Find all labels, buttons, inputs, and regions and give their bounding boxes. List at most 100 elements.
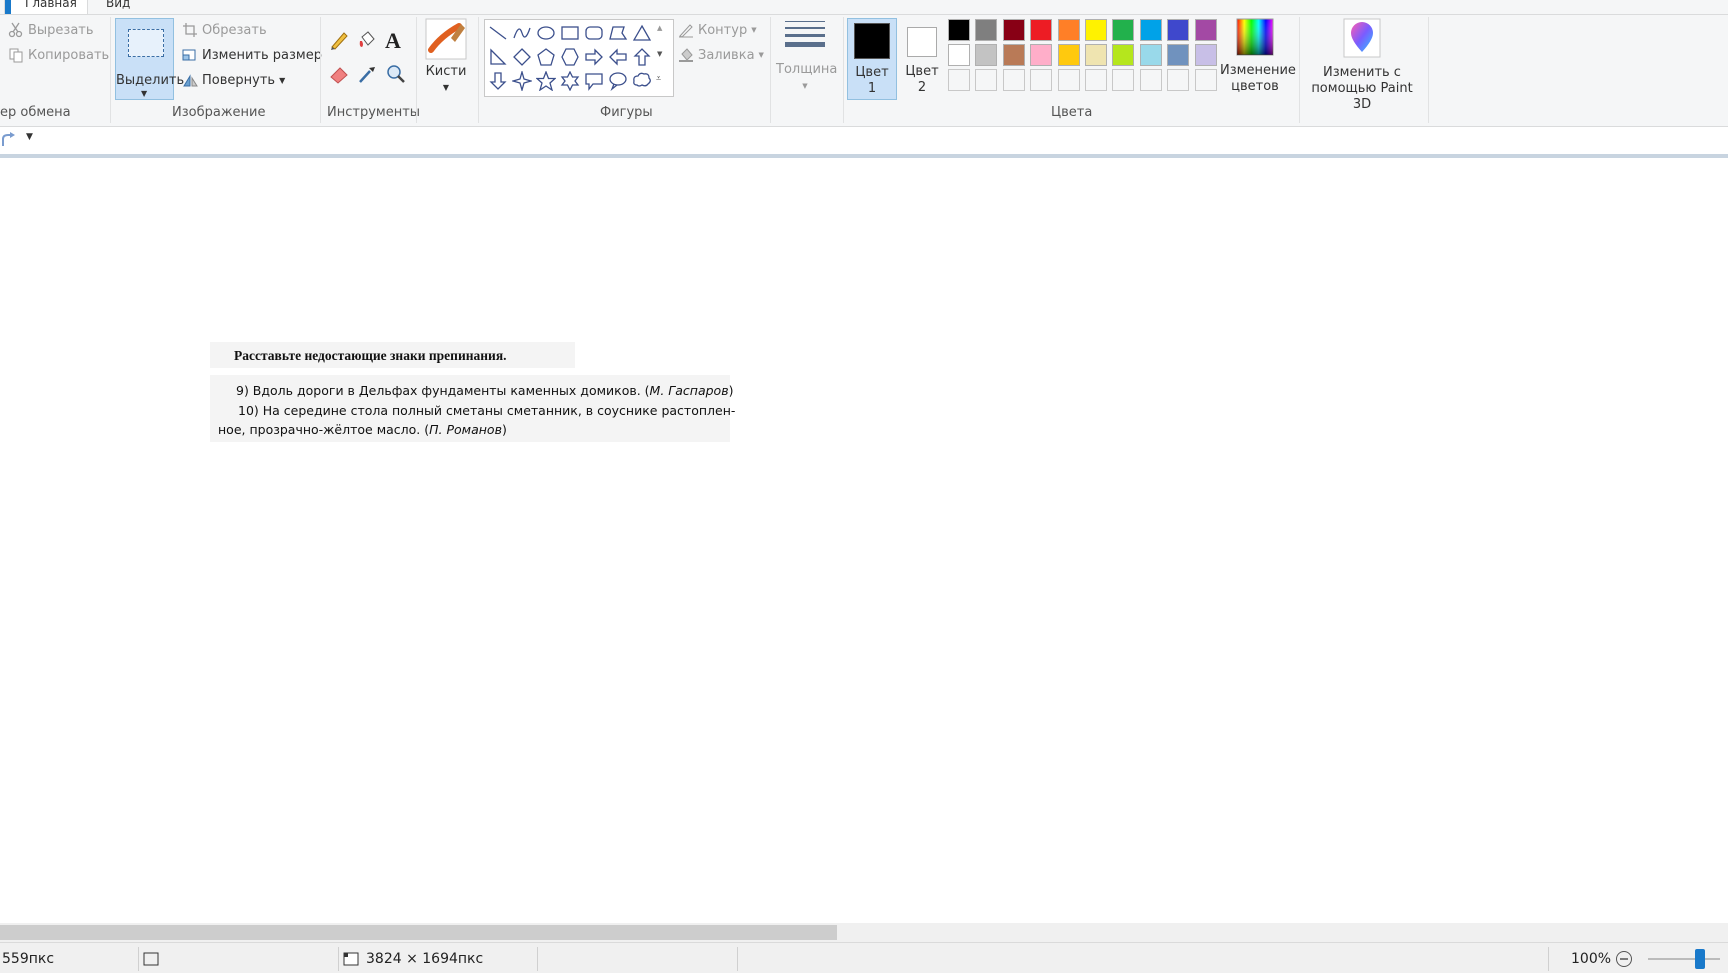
color2-button[interactable]: Цвет 2	[897, 18, 947, 96]
palette-swatch[interactable]	[1167, 19, 1190, 41]
select-button[interactable]: Выделить ▼	[115, 18, 184, 100]
palette-swatch[interactable]	[975, 44, 998, 66]
edit-with-paint3d-button[interactable]: Изменить с помощью Paint 3D	[1302, 18, 1422, 113]
palette-swatch-empty[interactable]	[1139, 69, 1162, 91]
canvas-size: 3824 × 1694пкс	[366, 951, 484, 967]
thickness-button[interactable]: Толщина ▼	[776, 19, 837, 94]
fill-bucket-icon[interactable]	[356, 29, 378, 51]
zoom-out-icon[interactable]	[1615, 950, 1633, 968]
crop-button[interactable]: Обрезать	[182, 22, 267, 38]
palette-swatch[interactable]	[975, 19, 998, 41]
palette-swatch[interactable]	[1002, 44, 1025, 66]
palette-swatch[interactable]	[1030, 19, 1053, 41]
right-arrow-shape-icon[interactable]	[584, 47, 604, 67]
exercise-line-3-text: ное, прозрачно-жёлтое масло. (	[218, 422, 430, 437]
palette-swatch[interactable]	[948, 19, 970, 41]
rotate-icon	[183, 74, 198, 87]
horizontal-scrollbar-thumb[interactable]	[0, 925, 837, 940]
canvas-area[interactable]: Расставьте недостающие знаки препинания.…	[0, 154, 1728, 927]
palette-swatch[interactable]	[1194, 19, 1217, 41]
tab-home[interactable]: Главная	[4, 0, 88, 14]
tab-view[interactable]: Вид	[106, 0, 130, 14]
down-arrow-shape-icon[interactable]	[488, 71, 508, 91]
color-picker-icon[interactable]	[356, 63, 378, 85]
edit-colors-line2: цветов	[1231, 79, 1279, 94]
outline-button[interactable]: Контур ▼	[678, 22, 757, 38]
close-paren: )	[501, 422, 507, 437]
customize-toolbar-icon[interactable]: ▼	[26, 132, 33, 142]
edit-colors-button[interactable]: Изменение цветов	[1220, 18, 1296, 95]
palette-swatch[interactable]	[1057, 19, 1080, 41]
four-point-star-shape-icon[interactable]	[512, 71, 532, 91]
palette-swatch[interactable]	[1139, 44, 1162, 66]
eraser-icon[interactable]	[328, 63, 350, 85]
resize-button[interactable]: Изменить размер	[182, 47, 322, 63]
palette-swatch[interactable]	[1085, 44, 1107, 66]
hexagon-shape-icon[interactable]	[560, 47, 580, 67]
palette-swatch-empty[interactable]	[1167, 69, 1190, 91]
exercise-line-3-author: П. Романов	[429, 422, 502, 437]
fill-button[interactable]: Заливка ▼	[678, 47, 764, 63]
rounded-rectangle-shape-icon[interactable]	[584, 23, 604, 43]
palette-swatch-empty[interactable]	[1194, 69, 1217, 91]
brushes-button[interactable]: Кисти ▼	[424, 18, 468, 96]
exercise-line-1-text: 9) Вдоль дороги в Дельфах фундаменты кам…	[236, 383, 650, 398]
color1-button[interactable]: Цвет 1	[847, 18, 897, 100]
redo-icon[interactable]	[0, 132, 16, 148]
palette-swatch[interactable]	[1194, 44, 1217, 66]
text-tool-icon[interactable]: A	[385, 28, 407, 53]
outline-label: Контур	[698, 22, 748, 38]
palette-swatch[interactable]	[948, 44, 970, 66]
palette-swatch[interactable]	[1085, 19, 1107, 41]
pentagon-shape-icon[interactable]	[536, 47, 556, 67]
palette-swatch[interactable]	[1030, 44, 1053, 66]
left-arrow-shape-icon[interactable]	[608, 47, 628, 67]
right-triangle-shape-icon[interactable]	[488, 47, 508, 67]
palette-swatch[interactable]	[1167, 44, 1190, 66]
zoom-slider-track[interactable]	[1648, 958, 1720, 960]
up-arrow-shape-icon[interactable]	[632, 47, 652, 67]
palette-swatch[interactable]	[1112, 19, 1135, 41]
rectangular-callout-shape-icon[interactable]	[584, 71, 604, 91]
rotate-button[interactable]: Повернуть ▼	[182, 72, 285, 88]
oval-callout-shape-icon[interactable]	[608, 71, 628, 91]
six-point-star-shape-icon[interactable]	[560, 71, 580, 91]
magnifier-icon[interactable]	[385, 63, 407, 85]
expand-gallery-icon[interactable]: ⩡	[656, 74, 661, 84]
five-point-star-shape-icon[interactable]	[536, 71, 556, 91]
palette-swatch[interactable]	[1112, 44, 1135, 66]
separator	[843, 17, 844, 123]
rectangle-shape-icon[interactable]	[560, 23, 580, 43]
separator	[110, 17, 111, 123]
chevron-down-icon: ▼	[751, 26, 757, 34]
oval-shape-icon[interactable]	[536, 23, 556, 43]
scissors-icon	[8, 22, 23, 38]
pencil-icon[interactable]	[328, 29, 350, 51]
brush-icon	[425, 18, 467, 60]
cloud-callout-shape-icon[interactable]	[632, 71, 652, 91]
palette-swatch-empty[interactable]	[1030, 69, 1053, 91]
scroll-up-icon[interactable]: ▲	[657, 24, 662, 32]
palette-swatch[interactable]	[1002, 19, 1025, 41]
palette-swatch[interactable]	[1057, 44, 1080, 66]
polygon-shape-icon[interactable]	[608, 23, 628, 43]
separator	[320, 17, 321, 123]
zoom-slider-thumb[interactable]	[1695, 949, 1705, 969]
cut-button[interactable]: Вырезать	[8, 22, 94, 38]
scroll-down-icon[interactable]: ▼	[657, 50, 662, 58]
line-shape-icon[interactable]	[488, 23, 508, 43]
palette-swatch-empty[interactable]	[1057, 69, 1080, 91]
palette-swatch-empty[interactable]	[1002, 69, 1025, 91]
palette-swatch[interactable]	[1139, 19, 1162, 41]
copy-button[interactable]: Копировать	[8, 47, 109, 63]
diamond-shape-icon[interactable]	[512, 47, 532, 67]
separator	[1548, 947, 1549, 971]
triangle-shape-icon[interactable]	[632, 23, 652, 43]
curve-shape-icon[interactable]	[512, 23, 532, 43]
palette-swatch-empty[interactable]	[1112, 69, 1135, 91]
horizontal-scrollbar[interactable]	[0, 923, 1728, 942]
palette-swatch-empty[interactable]	[975, 69, 998, 91]
chevron-down-icon: ▼	[802, 82, 808, 90]
palette-swatch-empty[interactable]	[948, 69, 970, 91]
palette-swatch-empty[interactable]	[1085, 69, 1107, 91]
